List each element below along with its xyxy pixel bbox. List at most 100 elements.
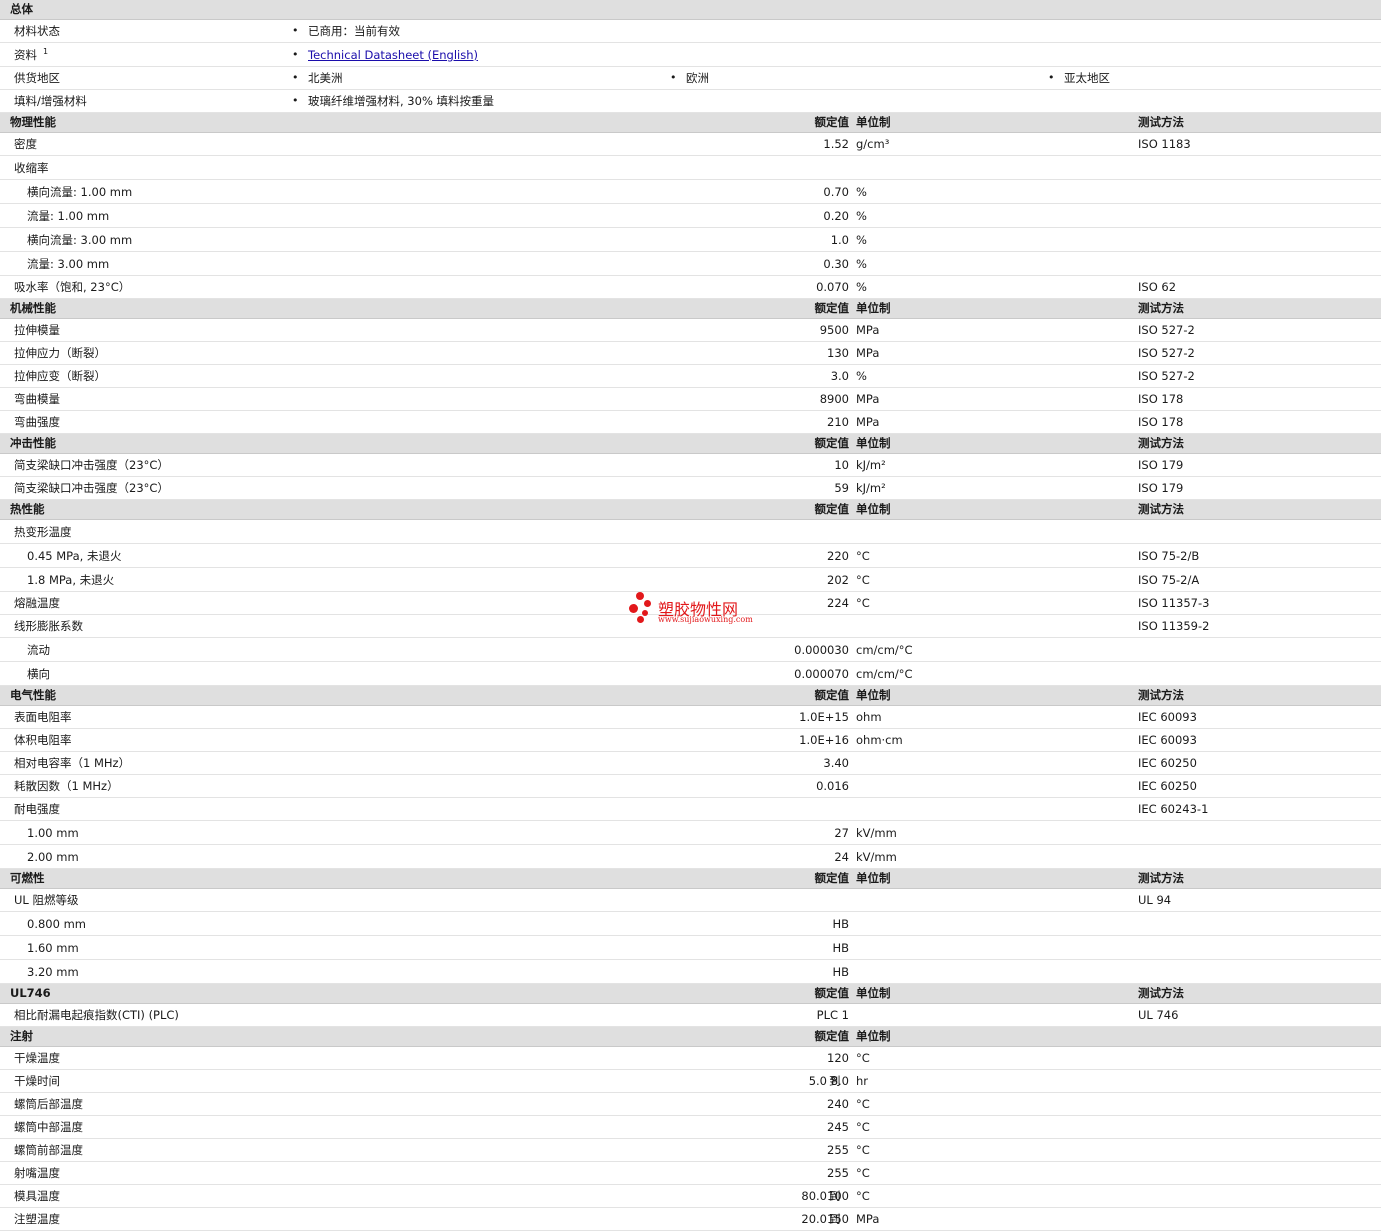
- test-method: IEC 60250: [1138, 756, 1197, 770]
- row-label: 供货地区: [14, 71, 60, 85]
- col-header-unit: 单位制: [856, 115, 891, 129]
- value-low: 20.0: [801, 1212, 827, 1226]
- property-value: 255: [827, 1166, 849, 1180]
- property-label: 相比耐漏电起痕指数(CTI) (PLC): [14, 1008, 179, 1022]
- table-row: 体积电阻率 1.0E+16 ohm·cm IEC 60093: [0, 729, 1381, 752]
- property-unit: hr: [856, 1074, 869, 1088]
- watermark-url: www.sujiaowuxing.com: [658, 615, 753, 624]
- test-method: ISO 75-2/A: [1138, 573, 1200, 587]
- property-label: 螺筒后部温度: [14, 1097, 83, 1111]
- datasheet-link-item[interactable]: Technical Datasheet (English): [292, 43, 478, 67]
- test-method: UL 746: [1138, 1008, 1179, 1022]
- property-unit: %: [856, 209, 867, 223]
- property-value: 10: [834, 458, 849, 472]
- property-label: 弯曲模量: [14, 392, 60, 406]
- table-row: 收缩率: [0, 156, 1381, 180]
- table-row: 射嘴温度 255 °C: [0, 1162, 1381, 1185]
- property-label: 干燥温度: [14, 1051, 60, 1065]
- property-value: HB: [832, 941, 849, 955]
- col-header-value: 额定值: [814, 502, 850, 516]
- property-value: HB: [832, 965, 849, 979]
- general-item: 玻璃纤维增强材料, 30% 填料按重量: [292, 90, 494, 112]
- table-row: 拉伸应力（断裂） 130 MPa ISO 527-2: [0, 342, 1381, 365]
- property-label: UL 阻燃等级: [14, 893, 79, 907]
- section-header: 可燃性 额定值 单位制 测试方法: [0, 869, 1381, 889]
- table-row: 1.60 mm HB: [0, 936, 1381, 960]
- section-header-general: 总体: [0, 0, 1381, 20]
- table-row: 模具温度 80.0 到 100 °C: [0, 1185, 1381, 1208]
- property-value: 3.0: [830, 369, 849, 383]
- section-header: 冲击性能 额定值 单位制 测试方法: [0, 434, 1381, 454]
- property-unit: cm/cm/°C: [856, 667, 913, 681]
- col-header-unit: 单位制: [856, 1029, 891, 1043]
- property-value: 9500: [819, 323, 849, 337]
- table-row: 相对电容率（1 MHz） 3.40 IEC 60250: [0, 752, 1381, 775]
- col-header-unit: 单位制: [856, 436, 891, 450]
- col-header-unit: 单位制: [856, 688, 891, 702]
- technical-datasheet-link[interactable]: Technical Datasheet (English): [308, 48, 478, 62]
- section-title: 物理性能: [10, 115, 56, 129]
- property-label: 横向流量: 3.00 mm: [27, 233, 133, 247]
- property-value: 27: [834, 826, 849, 840]
- test-method: ISO 527-2: [1138, 369, 1195, 383]
- property-label: 3.20 mm: [27, 965, 79, 979]
- section-title: 电气性能: [10, 688, 56, 702]
- property-label: 弯曲强度: [14, 415, 60, 429]
- col-header-value: 额定值: [814, 436, 850, 450]
- col-header-unit: 单位制: [856, 502, 891, 516]
- col-header-unit: 单位制: [856, 871, 891, 885]
- property-label: 干燥时间: [14, 1074, 60, 1088]
- col-header-unit: 单位制: [856, 986, 891, 1000]
- test-method: ISO 179: [1138, 458, 1184, 472]
- col-header-value: 额定值: [814, 986, 850, 1000]
- property-value: 3.40: [823, 756, 849, 770]
- col-header-value: 额定值: [814, 688, 850, 702]
- table-row: 干燥温度 120 °C: [0, 1047, 1381, 1070]
- property-value: 0.000070: [794, 667, 849, 681]
- property-unit: °C: [856, 549, 870, 563]
- table-row: 1.00 mm 27 kV/mm: [0, 821, 1381, 845]
- test-method: ISO 11357-3: [1138, 596, 1210, 610]
- table-row: 横向 0.000070 cm/cm/°C: [0, 662, 1381, 686]
- test-method: ISO 179: [1138, 481, 1184, 495]
- footnote-marker: 1: [43, 47, 49, 56]
- table-row: 相比耐漏电起痕指数(CTI) (PLC) PLC 1 UL 746: [0, 1004, 1381, 1027]
- section-title: 注射: [10, 1029, 33, 1043]
- property-label: 耐电强度: [14, 802, 60, 816]
- property-label: 耗散因数（1 MHz）: [14, 779, 119, 793]
- property-value: 245: [827, 1120, 849, 1134]
- property-value: 220: [827, 549, 849, 563]
- property-value: 0.70: [823, 185, 849, 199]
- property-label: 0.45 MPa, 未退火: [27, 549, 122, 563]
- property-unit: MPa: [856, 392, 880, 406]
- test-method: ISO 527-2: [1138, 346, 1195, 360]
- section-title: 冲击性能: [10, 436, 56, 450]
- property-label: 螺筒中部温度: [14, 1120, 83, 1134]
- property-value: 210: [827, 415, 849, 429]
- table-row: 流量: 3.00 mm 0.30%: [0, 252, 1381, 276]
- table-row: 3.20 mm HB: [0, 960, 1381, 984]
- col-header-method: 测试方法: [1138, 301, 1184, 315]
- test-method: IEC 60093: [1138, 733, 1197, 747]
- property-label: 密度: [14, 137, 37, 151]
- property-label: 流动: [27, 643, 50, 657]
- col-header-method: 测试方法: [1138, 871, 1184, 885]
- table-row: 横向流量: 1.00 mm 0.70%: [0, 180, 1381, 204]
- property-value: 202: [827, 573, 849, 587]
- value-high: 8.0: [830, 1074, 849, 1088]
- general-item: 已商用：当前有效: [292, 20, 400, 42]
- property-unit: kJ/m²: [856, 458, 886, 472]
- property-unit: %: [856, 280, 867, 294]
- col-header-value: 额定值: [814, 871, 850, 885]
- property-unit: %: [856, 185, 867, 199]
- property-value: 59: [834, 481, 849, 495]
- property-value: 1.0E+16: [799, 733, 849, 747]
- table-row: 螺筒前部温度 255 °C: [0, 1139, 1381, 1162]
- table-row: 0.45 MPa, 未退火 220 °C ISO 75-2/B: [0, 544, 1381, 568]
- table-row: 简支梁缺口冲击强度（23°C） 10 kJ/m² ISO 179: [0, 454, 1381, 477]
- property-unit: MPa: [856, 1212, 880, 1226]
- table-row: 流量: 1.00 mm 0.20%: [0, 204, 1381, 228]
- property-unit: kV/mm: [856, 850, 897, 864]
- table-row: 螺筒后部温度 240 °C: [0, 1093, 1381, 1116]
- property-unit: °C: [856, 1143, 870, 1157]
